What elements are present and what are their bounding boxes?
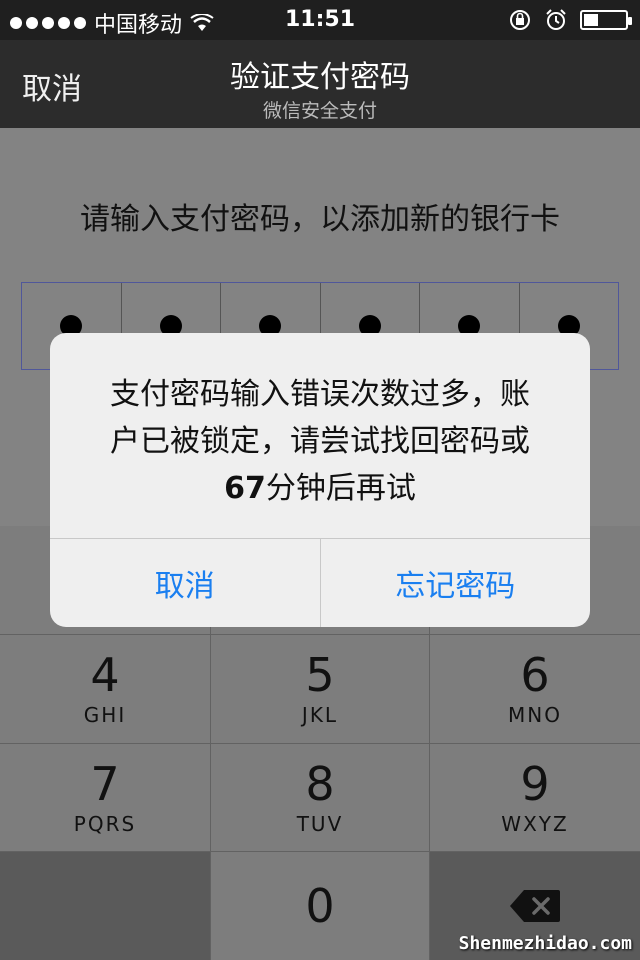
key-letters: JKL — [301, 703, 339, 727]
alert-cancel-button[interactable]: 取消 — [50, 539, 321, 627]
key-digit: 8 — [305, 756, 335, 811]
key-letters: WXYZ — [501, 811, 569, 836]
account-locked-alert: 支付密码输入错误次数过多，账 户已被锁定，请尝试找回密码或 67分钟后再试 取消… — [50, 333, 590, 627]
key-digit: 9 — [520, 756, 550, 811]
alert-message: 支付密码输入错误次数过多，账 户已被锁定，请尝试找回密码或 67分钟后再试 — [70, 371, 570, 512]
navigation-bar: 取消 验证支付密码 微信安全支付 — [0, 40, 640, 128]
forgot-password-button[interactable]: 忘记密码 — [321, 539, 591, 627]
key-digit: 0 — [305, 879, 335, 933]
alert-line-1: 支付密码输入错误次数过多，账 — [110, 377, 530, 412]
alert-line-3-rest: 分钟后再试 — [265, 471, 416, 506]
key-5[interactable]: 5 JKL — [211, 635, 429, 743]
backspace-icon — [510, 890, 560, 922]
key-letters: PQRS — [73, 811, 137, 836]
key-0[interactable]: 0 — [211, 852, 429, 960]
page-subtitle: 微信安全支付 — [262, 100, 377, 122]
status-bar: 中国移动 11:51 — [0, 0, 640, 40]
key-8[interactable]: 8 TUV — [211, 744, 429, 851]
key-6[interactable]: 6 MNO — [430, 635, 640, 743]
alert-line-3: 67分钟后再试 — [70, 465, 570, 512]
battery-icon — [580, 10, 632, 30]
key-digit: 4 — [90, 648, 120, 702]
key-letters: TUV — [296, 811, 344, 836]
lock-minutes: 67 — [224, 471, 266, 506]
page-title: 验证支付密码 — [230, 60, 410, 95]
password-prompt: 请输入支付密码，以添加新的银行卡 — [80, 202, 560, 237]
alarm-icon — [546, 9, 566, 30]
key-digit: 6 — [520, 648, 550, 702]
key-7[interactable]: 7 PQRS — [0, 744, 210, 851]
alert-line-2: 户已被锁定，请尝试找回密码或 — [110, 424, 530, 459]
status-icons — [508, 8, 632, 32]
key-letters: GHI — [83, 703, 127, 727]
key-digit: 5 — [305, 648, 335, 702]
key-letters: MNO — [508, 703, 562, 727]
alert-buttons: 取消 忘记密码 — [50, 538, 590, 627]
watermark: Shenmezhidao.com — [458, 933, 632, 954]
rotation-lock-icon — [510, 10, 530, 30]
key-9[interactable]: 9 WXYZ — [430, 744, 640, 851]
key-digit: 7 — [90, 756, 120, 811]
key-blank — [0, 852, 210, 960]
key-4[interactable]: 4 GHI — [0, 635, 210, 743]
